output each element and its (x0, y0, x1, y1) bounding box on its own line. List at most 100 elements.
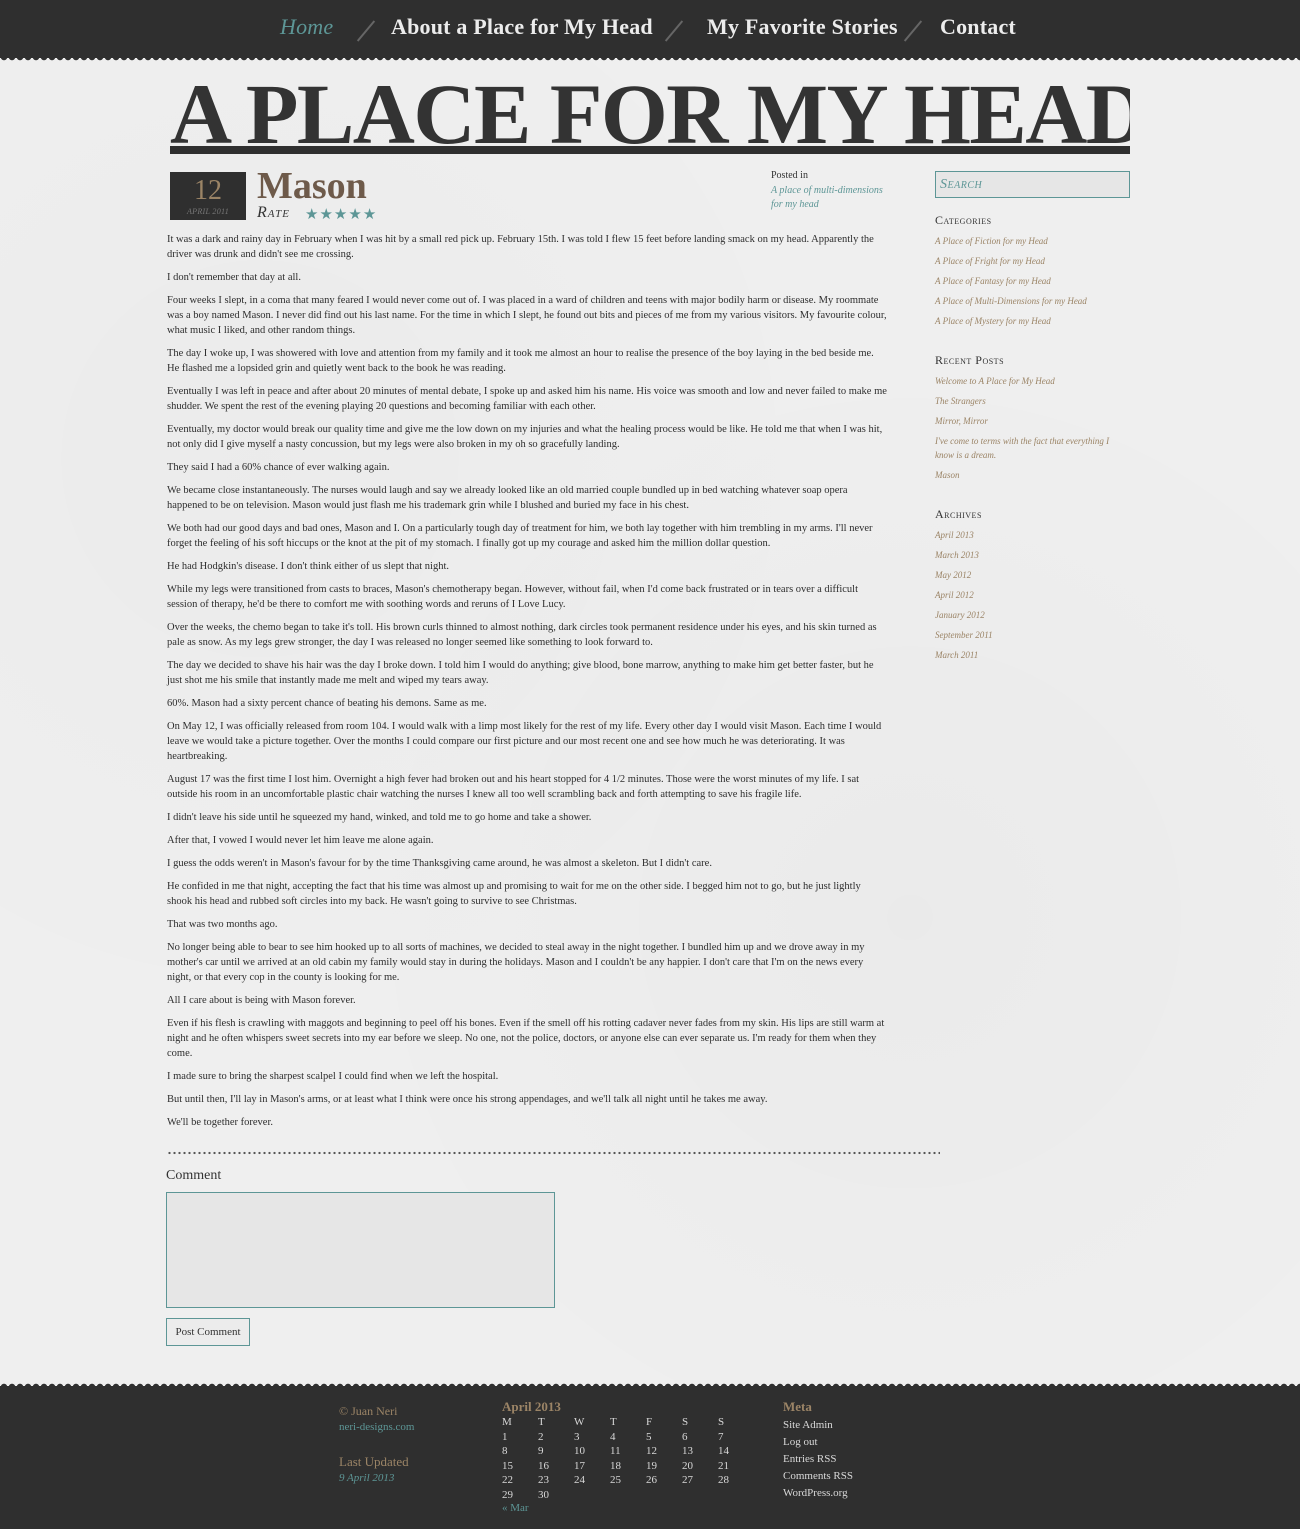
calendar-day (718, 1488, 754, 1503)
calendar-weekday: T (610, 1416, 617, 1428)
dotted-divider (167, 1150, 940, 1156)
calendar-day: 5 (646, 1430, 652, 1443)
calendar-weekday: S (682, 1416, 689, 1428)
footer-updated-label: Last Updated (339, 1454, 409, 1469)
archive-link[interactable]: September 2011 (935, 628, 1130, 642)
calendar-day: 12 (646, 1445, 657, 1457)
footer-updated-date: 9 April 2013 (339, 1472, 395, 1484)
calendar-day: 17 (574, 1459, 585, 1472)
post-paragraph: After that, I vowed I would never let hi… (167, 835, 434, 846)
category-link[interactable]: A Place of Fiction for my Head (935, 234, 1130, 248)
recent-post-link[interactable]: The Strangers (935, 394, 1130, 408)
calendar-weekday: S (718, 1416, 725, 1428)
post-paragraph: The day I woke up, I was showered with l… (167, 348, 874, 374)
category-link[interactable]: A Place of Fright for my Head (935, 254, 1130, 268)
recent-post-link[interactable]: I've come to terms with the fact that ev… (935, 434, 1130, 462)
meta-link[interactable]: Site Admin (783, 1417, 853, 1434)
calendar-day: 24 (574, 1474, 585, 1486)
categories-heading: Categories (935, 213, 992, 227)
meta-list: Site Admin Log out Entries RSS Comments RSS… (783, 1417, 853, 1502)
category-link[interactable]: A Place of Mystery for my Head (935, 314, 1130, 328)
nav-item-contact[interactable]: Contact (940, 14, 1016, 40)
meta-link[interactable]: Log out (783, 1434, 853, 1451)
nav-separator (356, 20, 376, 42)
posted-category-link[interactable]: A place of multi-dimensions for my head (771, 184, 891, 212)
footer: © Juan Neri neri-designs.com Last Update… (0, 1382, 1300, 1529)
nav-item-about[interactable]: About a Place for My Head (391, 14, 653, 40)
meta-heading: Meta (783, 1399, 812, 1414)
recent-post-link[interactable]: Mason (935, 468, 1130, 482)
star-icon[interactable]: ★ (334, 205, 347, 223)
meta-link[interactable]: WordPress.org (783, 1485, 853, 1502)
title-underline (170, 146, 1130, 154)
calendar-prev-link[interactable]: « Mar (502, 1502, 529, 1514)
archive-link[interactable]: April 2012 (935, 588, 1130, 602)
recent-posts-list: Welcome to A Place for My Head The Strang… (935, 374, 1130, 488)
calendar-title: April 2013 (502, 1399, 561, 1414)
recent-post-link[interactable]: Welcome to A Place for My Head (935, 374, 1130, 388)
archive-link[interactable]: April 2013 (935, 528, 1130, 542)
calendar-day: 14 (718, 1445, 729, 1457)
calendar-day: 27 (682, 1474, 693, 1486)
post-paragraph: Eventually I was left in peace and after… (167, 386, 887, 412)
calendar-day: 26 (646, 1474, 657, 1486)
rate-label: Rate (257, 204, 290, 221)
post-title[interactable]: Mason (257, 164, 367, 208)
calendar-day: 11 (610, 1445, 621, 1457)
star-icon[interactable]: ★ (319, 205, 332, 223)
calendar-day: 10 (574, 1445, 585, 1457)
post-paragraph: It was a dark and rainy day in February … (167, 234, 874, 260)
nav-separator (664, 20, 684, 42)
calendar-day: 8 (502, 1445, 508, 1457)
post-paragraph: He confided in me that night, accepting … (167, 881, 861, 907)
rating-stars[interactable]: ★★★★★ (305, 204, 377, 224)
calendar-day: 1 (502, 1430, 508, 1443)
meta-link[interactable]: Entries RSS (783, 1451, 853, 1468)
post-paragraph: August 17 was the first time I lost him.… (167, 774, 860, 800)
search-input[interactable]: Search (935, 171, 1130, 198)
post-body: It was a dark and rainy day in February … (167, 232, 887, 1138)
archive-link[interactable]: January 2012 (935, 608, 1130, 622)
star-icon[interactable]: ★ (363, 205, 376, 223)
post-paragraph: We became close instantaneously. The nur… (167, 485, 848, 511)
post-paragraph: That was two months ago. (167, 919, 278, 930)
recent-posts-heading: Recent Posts (935, 353, 1005, 367)
post-paragraph: But until then, I'll lay in Mason's arms… (167, 1094, 768, 1105)
comment-textarea[interactable] (166, 1192, 555, 1308)
calendar-day: 23 (538, 1474, 549, 1486)
calendar-day: 21 (718, 1459, 729, 1472)
post-paragraph: Even if his flesh is crawling with maggo… (167, 1018, 885, 1059)
calendar-day: 25 (610, 1474, 621, 1486)
archive-link[interactable]: March 2013 (935, 548, 1130, 562)
footer-site-link[interactable]: neri-designs.com (339, 1421, 414, 1433)
calendar-day: 18 (610, 1459, 621, 1472)
calendar-table: M T W T F S S 1 2 3 4 5 6 7 8 9 10 11 12 13 14 15 16 17 18 19 20 21… (502, 1415, 754, 1502)
nav-item-home[interactable]: Home (280, 14, 333, 40)
categories-list: A Place of Fiction for my Head A Place of… (935, 234, 1130, 334)
post-paragraph: Four weeks I slept, in a coma that many … (167, 295, 887, 336)
calendar-weekday: M (502, 1416, 512, 1428)
recent-post-link[interactable]: Mirror, Mirror (935, 414, 1130, 428)
site-title[interactable]: A PLACE FOR MY HEAD (170, 70, 1130, 158)
post-comment-button[interactable]: Post Comment (166, 1318, 250, 1346)
post-paragraph: I guess the odds weren't in Mason's favo… (167, 858, 712, 869)
category-link[interactable]: A Place of Fantasy for my Head (935, 274, 1130, 288)
archive-link[interactable]: May 2012 (935, 568, 1130, 582)
calendar-weekday: T (538, 1416, 545, 1428)
archive-link[interactable]: March 2011 (935, 648, 1130, 662)
nav-separator (903, 20, 923, 42)
category-link[interactable]: A Place of Multi-Dimensions for my Head (935, 294, 1130, 308)
post-paragraph: He had Hodgkin's disease. I don't think … (167, 561, 449, 572)
calendar-day: 9 (538, 1445, 544, 1457)
star-icon[interactable]: ★ (348, 205, 361, 223)
nav-item-stories[interactable]: My Favorite Stories (707, 14, 898, 40)
post-paragraph: While my legs were transitioned from cas… (167, 584, 858, 610)
star-icon[interactable]: ★ (305, 205, 318, 223)
meta-link[interactable]: Comments RSS (783, 1468, 853, 1485)
post-paragraph: I don't remember that day at all. (167, 272, 301, 283)
post-paragraph: They said I had a 60% chance of ever wal… (167, 462, 390, 473)
calendar-day: 19 (646, 1459, 657, 1472)
comment-label: Comment (166, 1168, 222, 1183)
post-date-month: April 2011 (186, 207, 230, 216)
calendar-day: 20 (682, 1459, 693, 1472)
